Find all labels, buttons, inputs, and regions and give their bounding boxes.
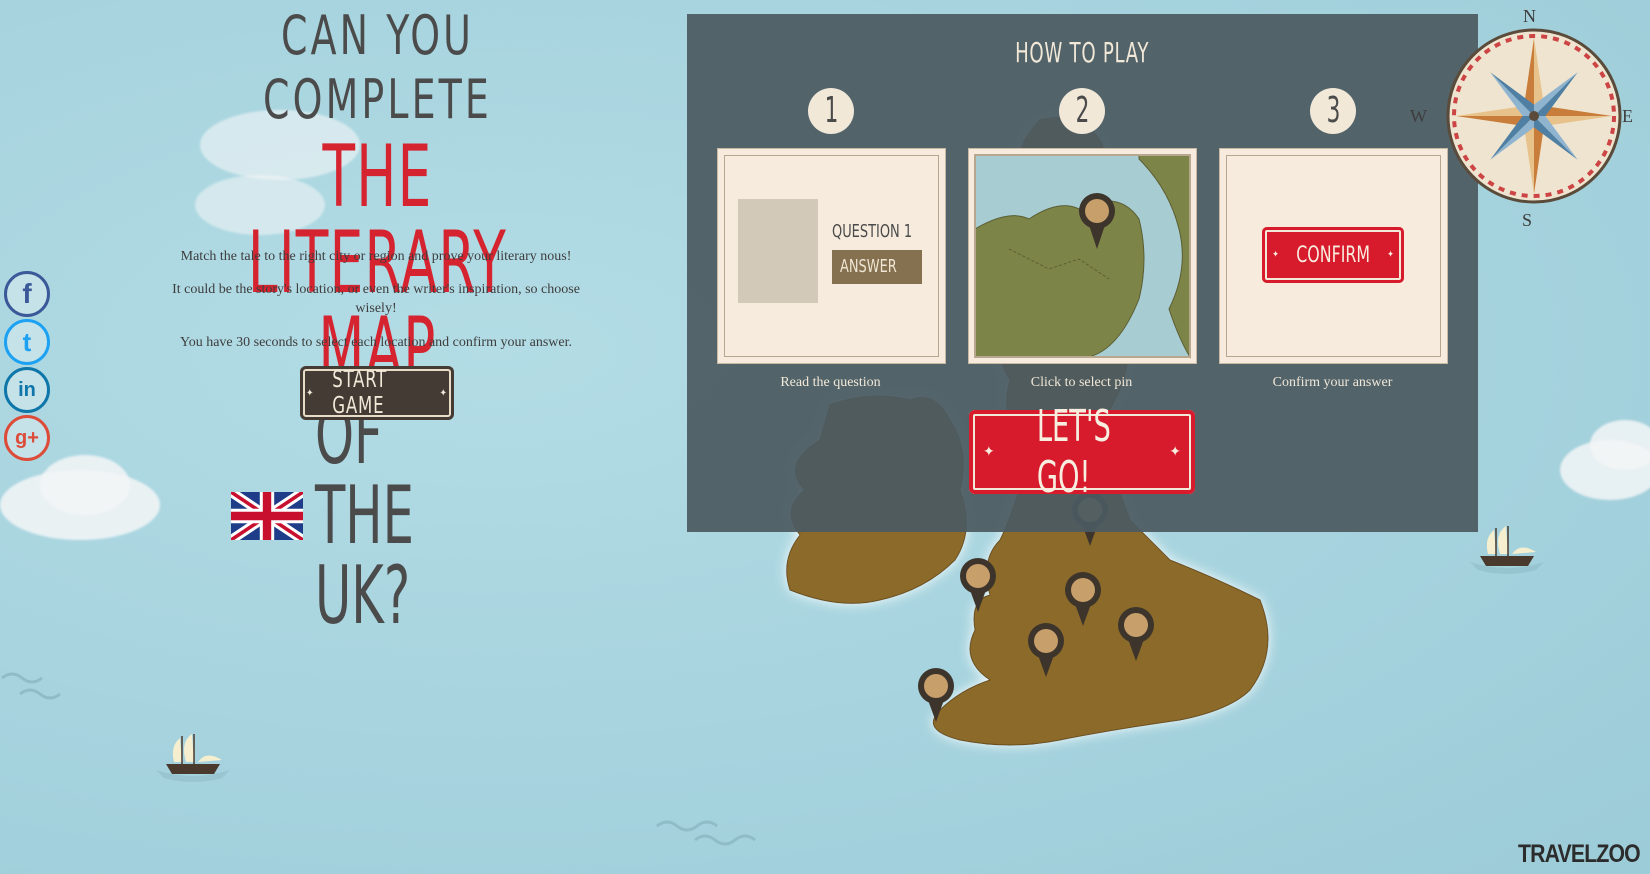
compass-south-label: S [1522,210,1533,230]
step-number-1: 1 [808,88,854,134]
confirm-sample-button: ✦ CONFIRM ✦ [1262,227,1404,283]
game-title: CAN YOU COMPLETE THE LITERARY MAP OF THE… [150,4,605,636]
title-line-1: CAN YOU COMPLETE [263,4,492,131]
step-card-2 [968,148,1197,364]
intro-text-3: You have 30 seconds to select each locat… [179,335,573,350]
compass-west-label: W [1410,106,1427,126]
linkedin-icon: in [18,378,36,401]
ornament-icon: ✦ [983,444,995,460]
wave-decoration [1,672,61,700]
ship-icon [156,734,230,782]
question-image-placeholder [738,199,818,303]
title-line-3: OF THE UK? [314,389,414,642]
step-caption-3: Confirm your answer [1272,375,1393,390]
intro-text-2: It could be the story's location, or eve… [172,282,580,316]
answer-sample: ANSWER [832,250,922,284]
union-jack-icon [230,492,303,540]
step-number-2: 2 [1059,88,1105,134]
ornament-icon: ✦ [306,387,315,399]
start-game-label: START GAME [331,367,387,419]
travelzoo-logo[interactable]: TRAVELZOO [1518,840,1641,869]
question-label: QUESTION 1 [832,221,913,242]
compass-rose-icon [1446,28,1622,204]
wave-decoration [656,820,756,846]
ornament-icon: ✦ [439,387,448,399]
linkedin-share-button[interactable]: in [4,367,50,413]
ornament-icon: ✦ [1169,444,1181,460]
intro-text-1: Match the tale to the right city or regi… [180,249,572,264]
ship-icon [1470,526,1544,574]
step-caption-1: Read the question [780,375,881,390]
twitter-share-button[interactable]: t [4,319,50,365]
how-to-play-title: HOW TO PLAY [1015,36,1150,69]
start-game-button[interactable]: ✦ START GAME ✦ [300,366,454,420]
step-card-3: ✦ CONFIRM ✦ [1219,148,1448,364]
step-caption-2: Click to select pin [1030,375,1133,390]
map-preview [974,154,1191,359]
lets-go-button[interactable]: ✦ LET'S GO! ✦ [969,401,1195,503]
google-plus-share-button[interactable]: g+ [4,415,50,461]
cloud [40,455,130,515]
twitter-icon: t [22,326,32,357]
step-number-3: 3 [1310,88,1356,134]
google-plus-icon: g+ [15,426,39,449]
compass-north-label: N [1523,6,1536,26]
facebook-share-button[interactable]: f [4,271,50,317]
facebook-icon: f [22,278,32,309]
lets-go-label: LET'S GO! [1036,401,1111,503]
compass-east-label: E [1622,106,1633,126]
step-card-1: QUESTION 1 ANSWER [717,148,946,364]
